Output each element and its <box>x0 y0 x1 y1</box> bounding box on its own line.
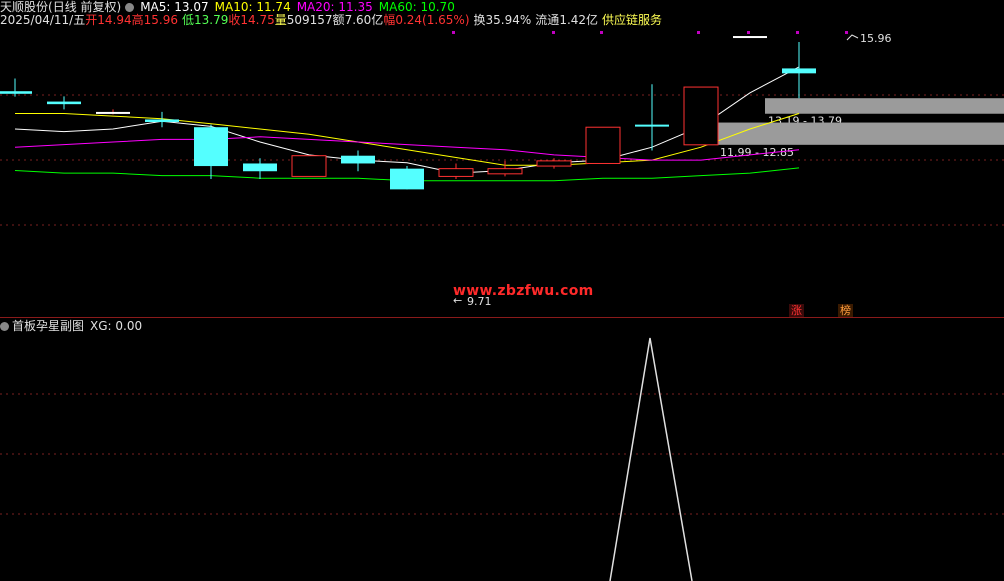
xg-readout: XG: 0.00 <box>90 319 143 333</box>
candle-body <box>487 168 523 175</box>
dragon-tiger-badge[interactable]: 榜 <box>838 304 853 317</box>
ma-line-ma5 <box>14 66 800 174</box>
gap-zones: 13.19 - 13.7911.99 - 12.85 <box>717 98 1004 159</box>
candle <box>635 84 669 151</box>
candle-body <box>243 163 277 172</box>
candle <box>341 150 375 172</box>
sub-chart-info-bar: 首板孕星副图 XG: 0.00 <box>0 319 142 333</box>
candle <box>194 124 228 180</box>
candle-body <box>733 36 767 39</box>
watermark: www.zbzfwu.com <box>453 283 594 299</box>
candle <box>585 126 621 164</box>
xg-spike-line <box>609 337 693 581</box>
candle <box>782 42 816 99</box>
moving-average-lines <box>14 66 800 182</box>
candle <box>291 155 327 177</box>
candle-body <box>536 160 572 167</box>
candle-body <box>635 124 669 127</box>
ma-line-ma20 <box>14 136 800 161</box>
ma-line-ma10 <box>15 113 800 166</box>
candle-body <box>0 91 32 94</box>
high-price-marker: 15.96 <box>846 32 892 45</box>
candle <box>438 163 474 180</box>
candle-body <box>438 168 474 177</box>
limit-up-badge[interactable]: 涨 <box>789 304 804 317</box>
candle <box>47 96 81 110</box>
candle-body <box>291 155 327 177</box>
sub-chart <box>609 337 693 581</box>
candle <box>96 109 130 115</box>
candle <box>0 78 32 97</box>
candle-body <box>390 168 424 190</box>
gap-zone <box>765 98 1004 114</box>
sub-settings-circle-icon[interactable] <box>0 322 9 331</box>
candle-body <box>341 155 375 164</box>
grid-lines <box>0 94 1004 515</box>
pane-separator[interactable] <box>0 317 1004 318</box>
candle <box>243 158 277 180</box>
candle-body <box>47 101 81 105</box>
candle-body <box>585 126 621 164</box>
sub-chart-title[interactable]: 首板孕星副图 <box>12 319 84 333</box>
candle-body <box>683 86 719 146</box>
candle-body <box>96 111 130 114</box>
candle-body <box>194 127 228 167</box>
candle <box>733 36 767 39</box>
high-price-label: 15.96 <box>860 32 892 45</box>
candle <box>683 86 719 146</box>
top-markers <box>452 31 848 34</box>
candles <box>0 36 816 190</box>
candle-body <box>782 68 816 74</box>
candle <box>390 166 424 190</box>
candle-body <box>145 119 179 123</box>
candle <box>145 111 179 128</box>
